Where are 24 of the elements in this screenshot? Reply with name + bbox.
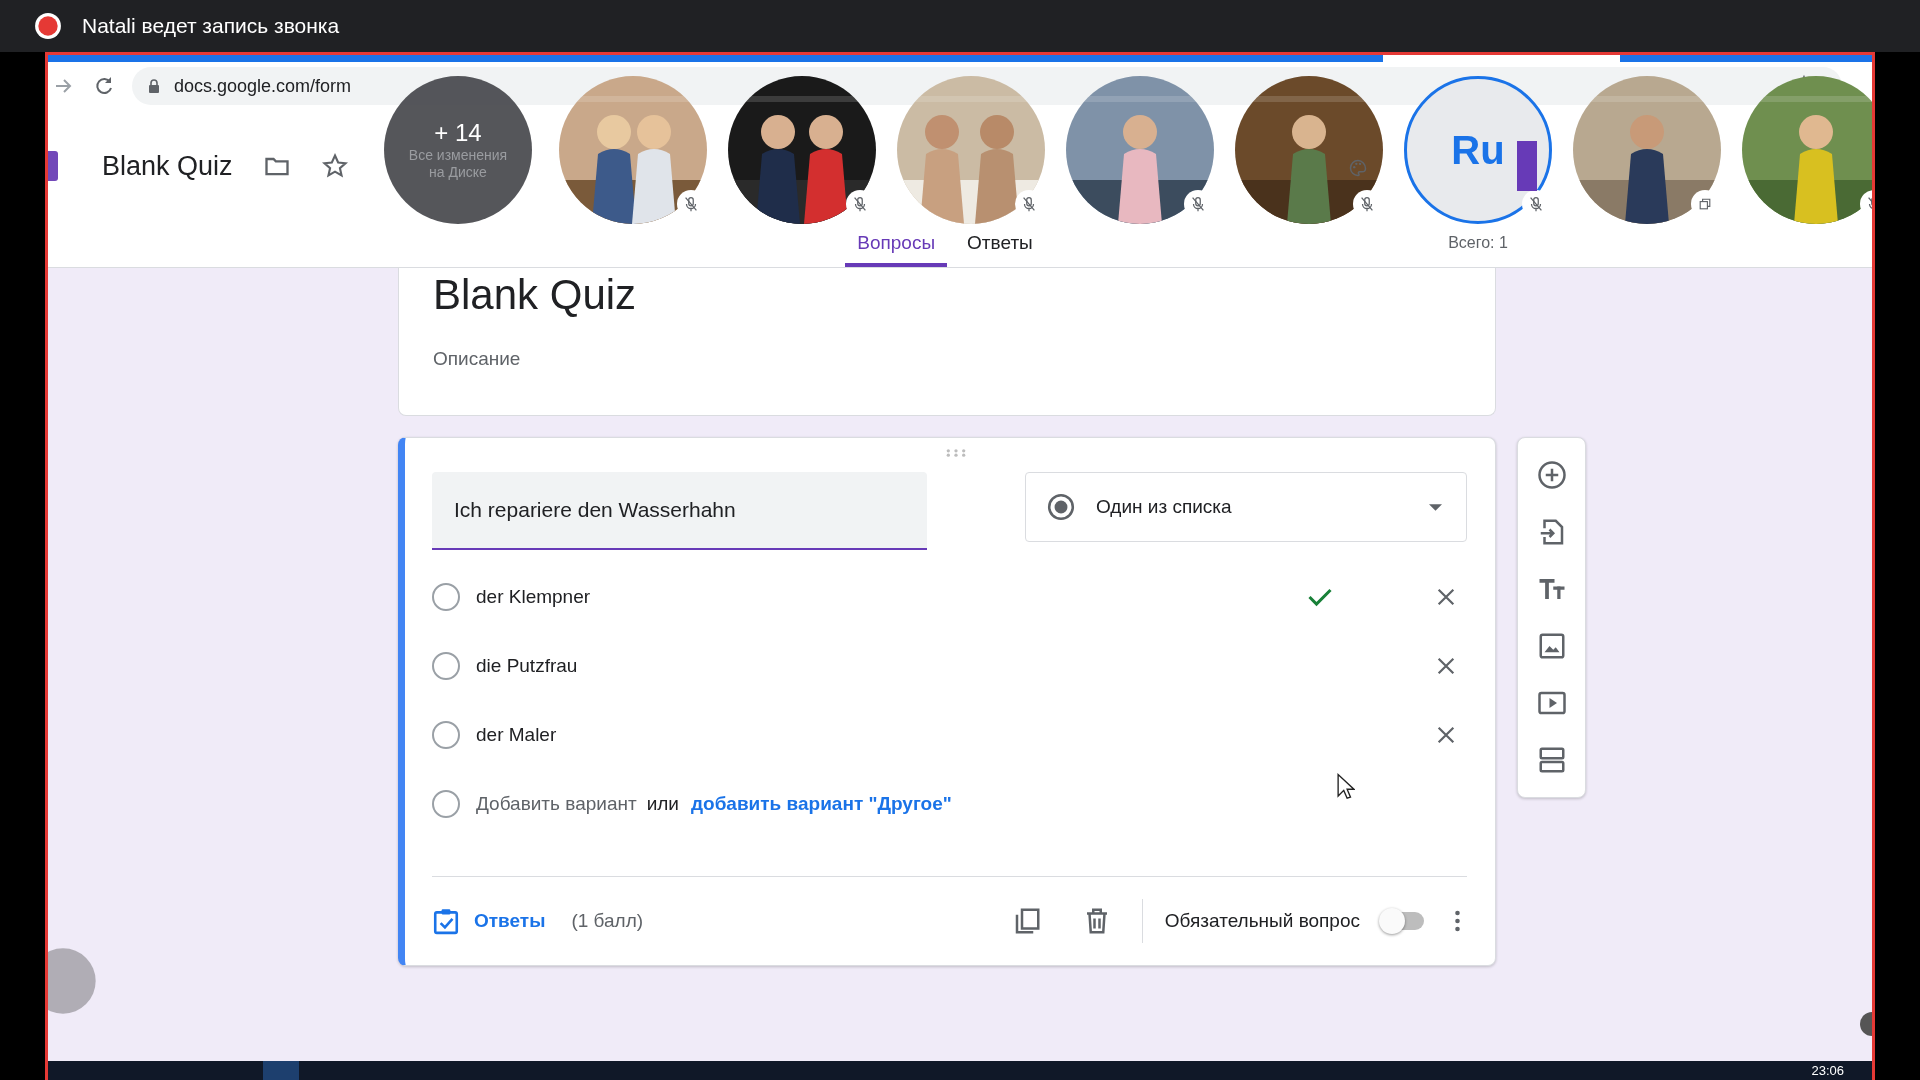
question-type-dropdown[interactable]: Один из списка (1025, 472, 1467, 542)
more-participants-avatar[interactable]: + 14 Все изменения на Диске (384, 76, 532, 224)
recording-notice: Natali ведет запись звонка (82, 14, 340, 38)
description-field[interactable]: Описание (433, 348, 833, 370)
participant-caption: Всего: 1 (1447, 234, 1509, 252)
option-text[interactable]: der Maler (476, 723, 557, 746)
answer-key-link[interactable]: Ответы (474, 910, 546, 932)
tab[interactable]: Ответы (955, 222, 1045, 267)
clock-text: 23:06 (1811, 1063, 1844, 1078)
participant-count: + 14 (434, 119, 482, 147)
option-text[interactable]: der Klempner (476, 585, 591, 608)
question-field[interactable]: Ich repariere den Wasserhahn (432, 472, 927, 550)
save-status-text: Все изменения (408, 147, 508, 164)
option-text[interactable]: die Putzfrau (476, 654, 578, 677)
points-text: (1 балл) (571, 910, 644, 932)
required-label: Обязательный вопрос (1164, 910, 1360, 932)
save-status-text: на Диске (429, 164, 487, 181)
form-title: Blank Quiz (102, 150, 233, 182)
add-option-field[interactable]: Добавить вариант (476, 792, 637, 815)
add-other-link[interactable]: добавить вариант "Другое" (690, 792, 952, 815)
url-text: docs.google.com/form (174, 75, 352, 97)
participant-initials: Ru (1451, 127, 1505, 173)
or-text: или (646, 792, 679, 815)
form-heading: Blank Quiz (433, 270, 638, 320)
